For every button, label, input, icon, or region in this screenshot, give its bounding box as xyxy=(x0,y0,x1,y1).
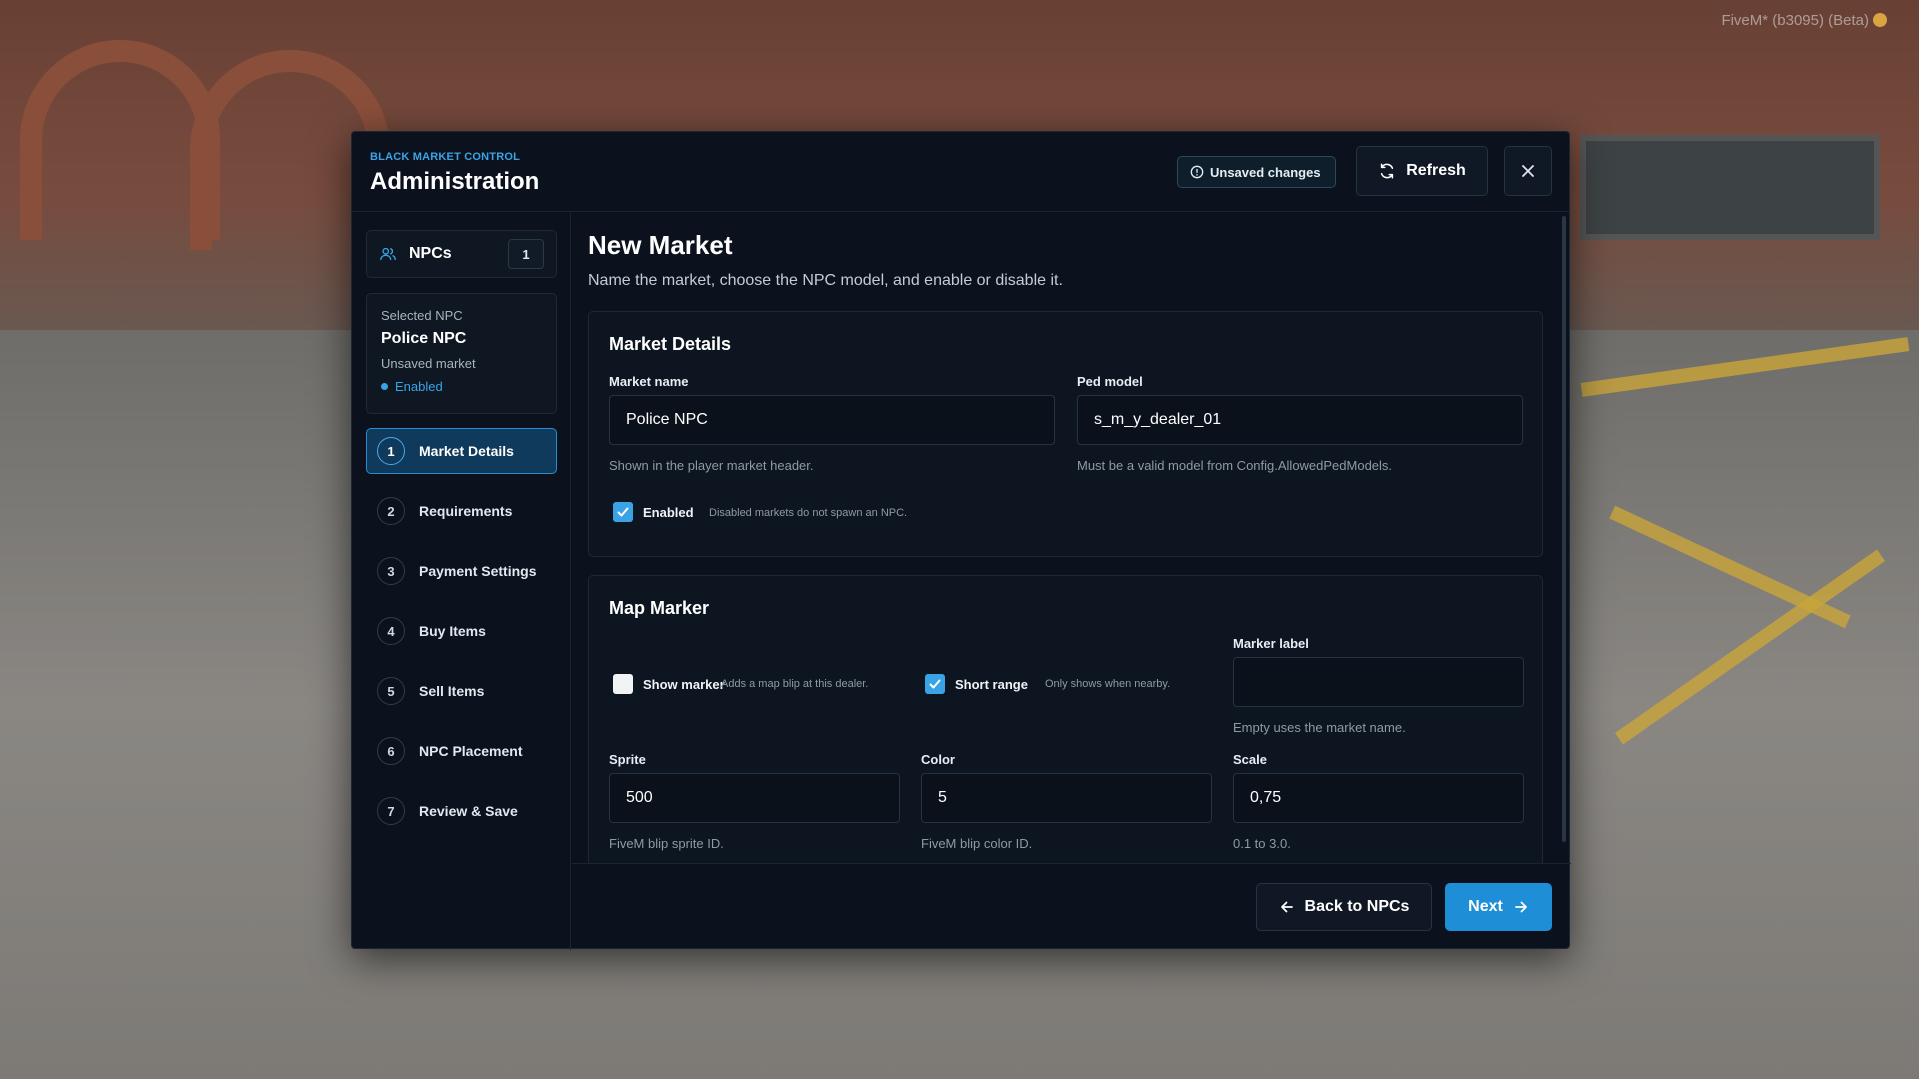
step-number: 7 xyxy=(377,797,405,825)
step-number: 6 xyxy=(377,737,405,765)
unsaved-changes-badge: Unsaved changes xyxy=(1177,156,1336,188)
step-list: 1 Market Details 2 Requirements 3 Paymen… xyxy=(366,428,557,848)
page-description: Name the market, choose the NPC model, a… xyxy=(588,272,1063,289)
back-to-npcs-label: Back to NPCs xyxy=(1304,898,1410,915)
info-icon xyxy=(1190,165,1204,179)
marker-label-hint: Empty uses the market name. xyxy=(1233,720,1406,735)
enabled-hint: Disabled markets do not spawn an NPC. xyxy=(709,507,908,519)
page-title: New Market xyxy=(588,230,733,260)
back-to-npcs-button[interactable]: Back to NPCs xyxy=(1256,883,1432,931)
selected-npc-status-label: Enabled xyxy=(395,379,443,394)
panel-footer: Back to NPCs Next xyxy=(572,863,1571,950)
panel-eyebrow: BLACK MARKET CONTROL xyxy=(370,151,521,163)
npcs-tab-label: NPCs xyxy=(409,245,452,262)
step-buy-items[interactable]: 4 Buy Items xyxy=(366,608,557,654)
next-button[interactable]: Next xyxy=(1445,883,1552,931)
step-label: Sell Items xyxy=(419,683,485,699)
step-label: Buy Items xyxy=(419,623,486,639)
scale-input[interactable]: 0,75 xyxy=(1233,773,1524,823)
sprite-hint: FiveM blip sprite ID. xyxy=(609,836,724,851)
arrow-left-icon xyxy=(1280,901,1293,913)
map-marker-title: Map Marker xyxy=(609,598,710,618)
selected-npc-label: Selected NPC xyxy=(381,308,463,323)
market-name-input[interactable]: Police NPC xyxy=(609,395,1055,445)
step-label: Requirements xyxy=(419,503,513,519)
marker-label-label: Marker label xyxy=(1233,636,1309,651)
show-marker-hint: Adds a map blip at this dealer. xyxy=(721,678,869,690)
panel-title: Administration xyxy=(370,168,540,195)
enabled-label: Enabled xyxy=(643,505,694,520)
step-number: 5 xyxy=(377,677,405,705)
marker-label-input[interactable] xyxy=(1233,657,1524,707)
refresh-icon xyxy=(1381,163,1394,179)
status-dot-icon xyxy=(381,383,388,390)
step-review-save[interactable]: 7 Review & Save xyxy=(366,788,557,834)
ped-model-hint: Must be a valid model from Config.Allowe… xyxy=(1077,458,1393,473)
market-details-card: Market Details Market name Police NPC Sh… xyxy=(588,311,1543,557)
market-name-label: Market name xyxy=(609,374,689,389)
refresh-button[interactable]: Refresh xyxy=(1356,146,1488,196)
fivem-watermark: FiveM* (b3095) (Beta) xyxy=(1721,12,1887,29)
npcs-count-badge: 1 xyxy=(508,239,544,269)
color-input[interactable]: 5 xyxy=(921,773,1212,823)
show-marker-label: Show marker xyxy=(643,677,725,692)
scale-label: Scale xyxy=(1233,752,1267,767)
map-marker-card: Map Marker Show marker Adds a map blip a… xyxy=(588,575,1543,863)
close-icon xyxy=(1522,165,1534,177)
ped-model-label: Ped model xyxy=(1077,374,1143,389)
npcs-tab[interactable]: NPCs 1 xyxy=(366,230,557,278)
sprite-input[interactable]: 500 xyxy=(609,773,900,823)
scale-hint: 0.1 to 3.0. xyxy=(1233,836,1291,851)
sprite-label: Sprite xyxy=(609,752,646,767)
main-scrollbar[interactable] xyxy=(1562,216,1566,842)
selected-npc-card: Selected NPC Police NPC Unsaved market E… xyxy=(366,293,557,414)
show-marker-checkbox[interactable] xyxy=(613,674,633,694)
main-content: New Market Name the market, choose the N… xyxy=(572,213,1571,863)
step-label: Payment Settings xyxy=(419,563,537,579)
short-range-hint: Only shows when nearby. xyxy=(1045,678,1171,690)
arrow-right-icon xyxy=(1514,901,1527,913)
selected-npc-subtitle: Unsaved market xyxy=(381,356,476,371)
step-number: 3 xyxy=(377,557,405,585)
fivem-logo-icon xyxy=(1873,13,1887,27)
selected-npc-status: Enabled xyxy=(381,379,542,394)
market-name-hint: Shown in the player market header. xyxy=(609,458,814,473)
checkmark-icon xyxy=(929,679,941,689)
color-hint: FiveM blip color ID. xyxy=(921,836,1033,851)
unsaved-changes-label: Unsaved changes xyxy=(1210,164,1321,180)
step-sell-items[interactable]: 5 Sell Items xyxy=(366,668,557,714)
step-payment-settings[interactable]: 3 Payment Settings xyxy=(366,548,557,594)
next-label: Next xyxy=(1468,898,1503,915)
admin-panel: BLACK MARKET CONTROL Administration Unsa… xyxy=(351,131,1571,950)
users-icon xyxy=(380,247,396,261)
close-button[interactable] xyxy=(1504,146,1552,196)
ped-model-input[interactable]: s_m_y_dealer_01 xyxy=(1077,395,1523,445)
sidebar: NPCs 1 Selected NPC Police NPC Unsaved m… xyxy=(352,213,571,950)
refresh-label: Refresh xyxy=(1406,162,1466,179)
step-market-details[interactable]: 1 Market Details xyxy=(366,428,557,474)
step-label: Market Details xyxy=(419,443,514,459)
step-number: 4 xyxy=(377,617,405,645)
short-range-label: Short range xyxy=(955,677,1028,692)
selected-npc-name: Police NPC xyxy=(381,330,467,347)
step-number: 1 xyxy=(377,437,405,465)
step-requirements[interactable]: 2 Requirements xyxy=(366,488,557,534)
color-label: Color xyxy=(921,752,955,767)
market-details-title: Market Details xyxy=(609,334,732,354)
panel-header: BLACK MARKET CONTROL Administration Unsa… xyxy=(352,132,1569,212)
checkmark-icon xyxy=(617,507,629,517)
short-range-checkbox[interactable] xyxy=(925,674,945,694)
background-window xyxy=(1580,135,1880,240)
step-number: 2 xyxy=(377,497,405,525)
enabled-checkbox[interactable] xyxy=(613,502,633,522)
step-npc-placement[interactable]: 6 NPC Placement xyxy=(366,728,557,774)
step-label: Review & Save xyxy=(419,803,518,819)
step-label: NPC Placement xyxy=(419,743,523,759)
